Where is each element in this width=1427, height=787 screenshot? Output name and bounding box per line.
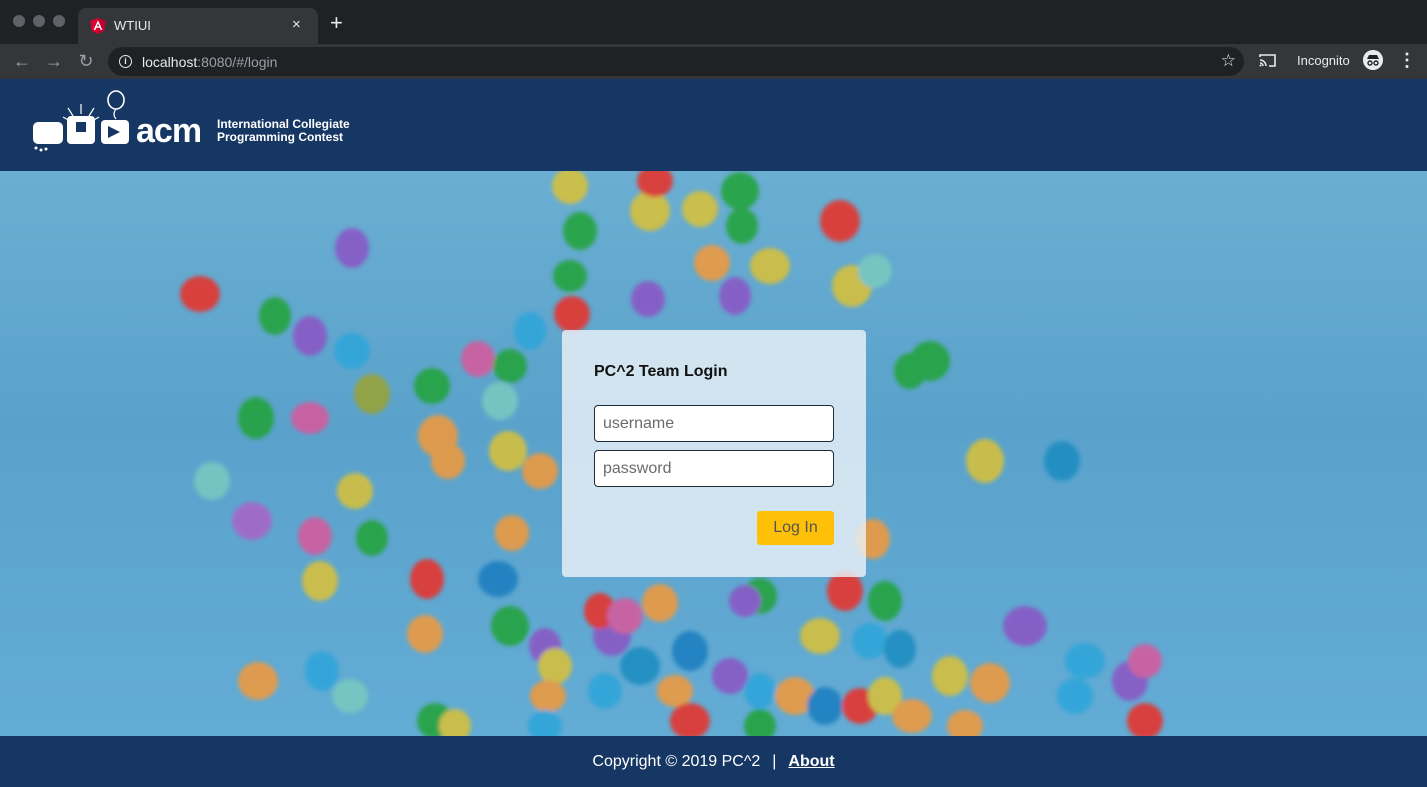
browser-toolbar: ← → ↻ i localhost:8080/#/login ☆ bbox=[0, 44, 1427, 79]
incognito-icon[interactable] bbox=[1363, 50, 1383, 70]
login-button[interactable]: Log In bbox=[757, 511, 834, 545]
logo-acm-text: acm bbox=[136, 112, 202, 150]
reload-icon[interactable]: ↻ bbox=[76, 51, 96, 71]
login-title: PC^2 Team Login bbox=[594, 363, 728, 380]
angular-icon bbox=[90, 18, 106, 34]
info-icon[interactable]: i bbox=[119, 55, 132, 68]
new-tab-button[interactable]: + bbox=[330, 12, 343, 34]
forward-icon[interactable]: → bbox=[44, 51, 64, 71]
tab-close-icon[interactable]: × bbox=[292, 16, 301, 34]
about-link[interactable]: About bbox=[788, 753, 834, 770]
url-text: localhost:8080/#/login bbox=[142, 54, 278, 70]
footer-separator: | bbox=[772, 753, 777, 770]
back-icon[interactable]: ← bbox=[12, 51, 32, 71]
cast-icon[interactable] bbox=[1259, 53, 1276, 67]
copyright-text: Copyright © 2019 PC^2 bbox=[592, 753, 761, 770]
logo-subtitle: International Collegiate Programming Con… bbox=[217, 117, 350, 144]
close-window-dot[interactable] bbox=[13, 15, 25, 27]
tab-title: WTIUI bbox=[114, 18, 151, 33]
incognito-label: Incognito bbox=[1297, 53, 1350, 68]
acm-logo-icon bbox=[33, 90, 129, 152]
address-bar[interactable]: i localhost:8080/#/login ☆ bbox=[108, 47, 1244, 76]
username-field[interactable] bbox=[594, 405, 834, 442]
browser-tab-bar: WTIUI × + bbox=[0, 0, 1427, 44]
site-footer: Copyright © 2019 PC^2 | About bbox=[0, 736, 1427, 787]
login-card: PC^2 Team Login Log In bbox=[562, 330, 866, 577]
minimize-window-dot[interactable] bbox=[33, 15, 45, 27]
bookmark-star-icon[interactable]: ☆ bbox=[1221, 52, 1236, 70]
browser-menu-icon[interactable]: ⋮ bbox=[1398, 50, 1416, 70]
password-field[interactable] bbox=[594, 450, 834, 487]
browser-tab[interactable]: WTIUI × bbox=[78, 8, 318, 44]
acm-icpc-logo[interactable]: acm International Collegiate Programming… bbox=[30, 90, 370, 156]
maximize-window-dot[interactable] bbox=[53, 15, 65, 27]
